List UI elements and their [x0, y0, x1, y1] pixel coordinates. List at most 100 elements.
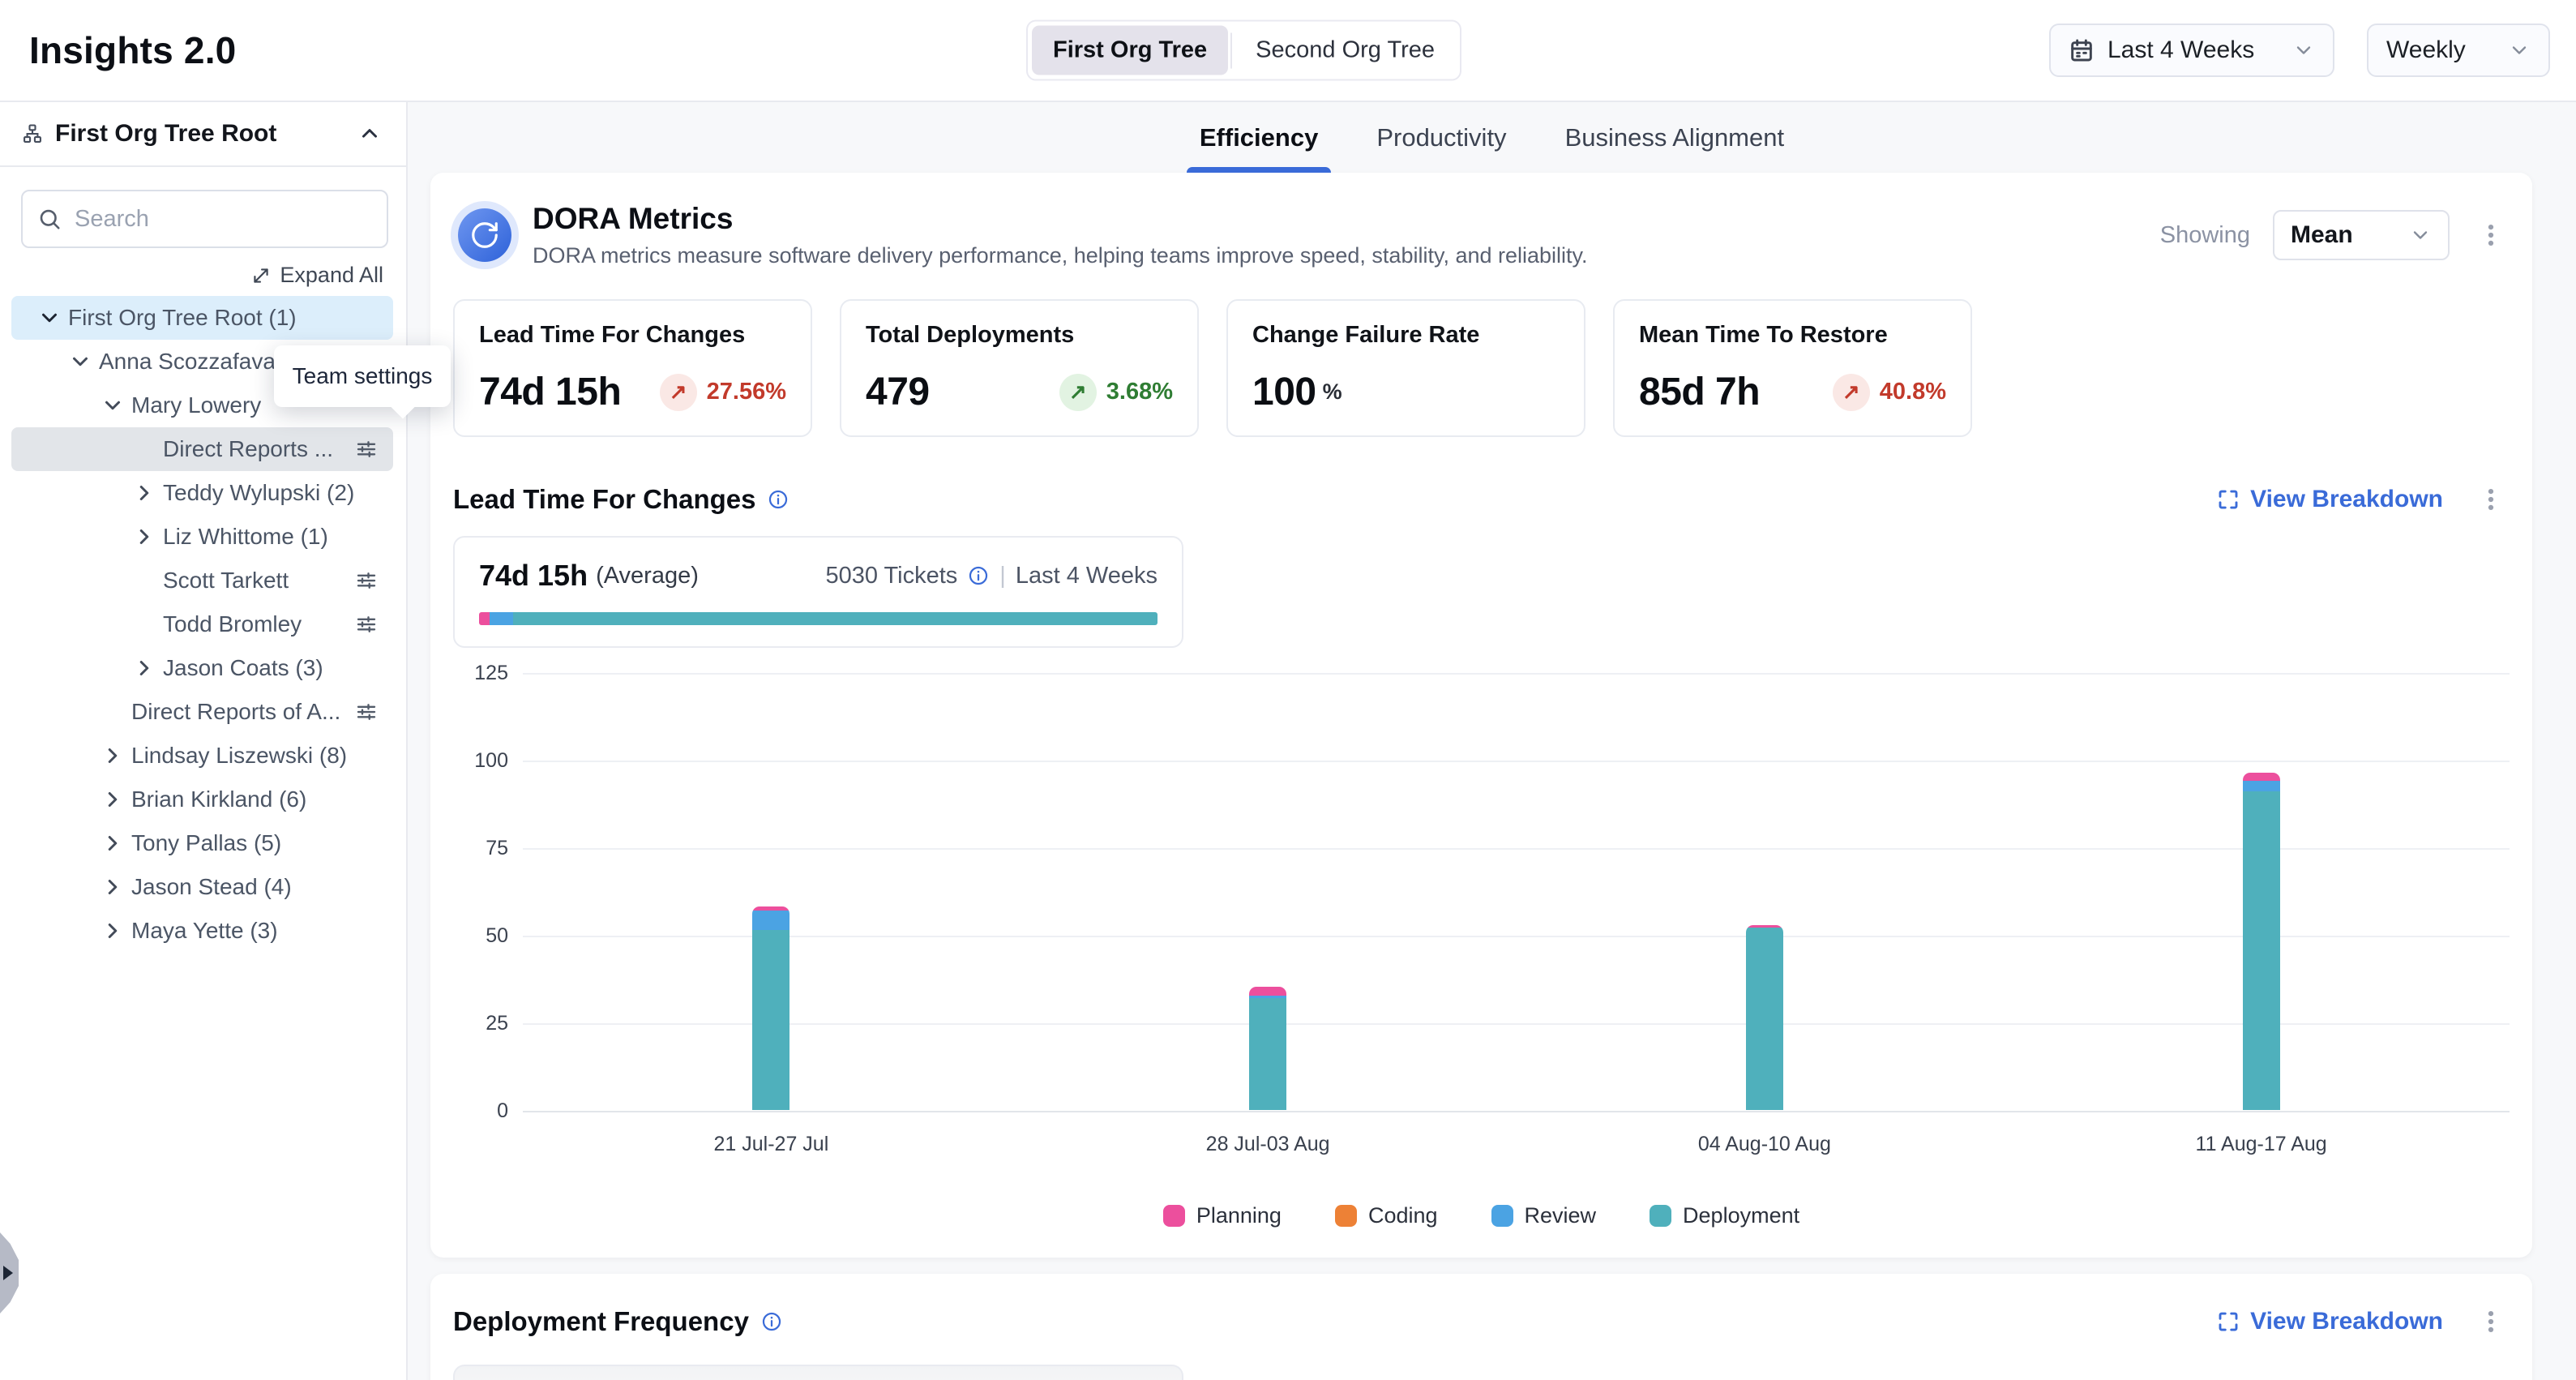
- stacked-bar[interactable]: [2243, 773, 2280, 1110]
- sidebar-title: First Org Tree Root: [55, 120, 276, 148]
- metric-card: Lead Time For Changes74d 15h↗27.56%: [453, 299, 812, 437]
- y-tick-label: 125: [474, 662, 508, 685]
- tree-item-label: Maya Yette (3): [131, 918, 278, 944]
- tree-item[interactable]: Lindsay Liszewski (8): [11, 734, 393, 778]
- tree-item[interactable]: Direct Reports of A...: [11, 690, 393, 734]
- legend-label: Planning: [1196, 1203, 1282, 1228]
- dora-subtitle: DORA metrics measure software delivery p…: [533, 243, 1588, 268]
- bar-segment-planning: [2243, 773, 2280, 781]
- calendar-icon: [2069, 37, 2095, 63]
- phase-distribution-bar: [479, 612, 1157, 625]
- legend-label: Review: [1525, 1203, 1597, 1228]
- chevron-right-icon[interactable]: [101, 875, 125, 899]
- tree-item[interactable]: Direct Reports ...: [11, 427, 393, 471]
- search-input[interactable]: [73, 205, 372, 234]
- chevron-down-icon[interactable]: [101, 393, 125, 418]
- chevron-right-icon[interactable]: [101, 787, 125, 812]
- average-qualifier: (Average): [596, 563, 699, 589]
- stacked-bar[interactable]: [1249, 987, 1286, 1110]
- legend-item-coding: Coding: [1335, 1203, 1438, 1228]
- chevron-down-icon: [2508, 39, 2531, 62]
- chevron-right-icon[interactable]: [101, 831, 125, 855]
- metric-title: Total Deployments: [866, 322, 1173, 349]
- granularity-select[interactable]: Weekly: [2367, 24, 2550, 77]
- tree-item[interactable]: Brian Kirkland (6): [11, 778, 393, 821]
- tree-item[interactable]: Maya Yette (3): [11, 909, 393, 953]
- range-label: Last 4 Weeks: [1016, 563, 1157, 589]
- tree-item[interactable]: Teddy Wylupski (2): [11, 471, 393, 515]
- tab-efficiency[interactable]: Efficiency: [1187, 102, 1331, 173]
- chevron-right-icon[interactable]: [132, 656, 156, 680]
- chevron-right-icon[interactable]: [101, 744, 125, 768]
- y-tick-label: 0: [497, 1099, 508, 1123]
- info-icon[interactable]: [767, 488, 789, 511]
- team-settings-icon[interactable]: [354, 568, 379, 593]
- metric-value: 74d 15h: [479, 370, 621, 414]
- deployment-section-header: Deployment Frequency View Breakdown: [453, 1274, 2510, 1340]
- tree-item-label: Teddy Wylupski (2): [163, 480, 354, 506]
- chevron-spacer: [132, 568, 156, 593]
- stacked-bar[interactable]: [752, 906, 789, 1110]
- segment-divider: [1230, 32, 1232, 68]
- stacked-bar[interactable]: [1746, 925, 1783, 1110]
- tree-item[interactable]: Jason Coats (3): [11, 646, 393, 690]
- chevron-spacer: [132, 612, 156, 636]
- tree-item[interactable]: Tony Pallas (5): [11, 821, 393, 865]
- deployment-section-title: Deployment Frequency: [453, 1306, 749, 1337]
- tree-item[interactable]: Todd Bromley: [11, 602, 393, 646]
- gridline: [523, 1111, 2510, 1112]
- org-tree-toggle-second[interactable]: Second Org Tree: [1235, 26, 1456, 75]
- gridline: [523, 848, 2510, 850]
- team-settings-icon[interactable]: [354, 612, 379, 636]
- legend-swatch: [1163, 1205, 1185, 1227]
- view-breakdown-button[interactable]: View Breakdown: [2211, 1307, 2448, 1336]
- date-range-select[interactable]: Last 4 Weeks: [2049, 24, 2334, 77]
- metric-card: Mean Time To Restore85d 7h↗40.8%: [1613, 299, 1972, 437]
- team-settings-tooltip: Team settings: [274, 345, 451, 407]
- tree-item[interactable]: Jason Stead (4): [11, 865, 393, 909]
- chevron-spacer: [101, 700, 125, 724]
- sidebar-expand-handle[interactable]: [0, 1232, 19, 1314]
- trend-delta: 40.8%: [1880, 379, 1946, 405]
- dora-header: DORA Metrics DORA metrics measure softwa…: [453, 173, 2510, 268]
- dora-metrics-card: DORA Metrics DORA metrics measure softwa…: [430, 173, 2532, 1258]
- legend-swatch: [1491, 1205, 1513, 1227]
- tab-business-alignment[interactable]: Business Alignment: [1552, 102, 1798, 173]
- chevron-right-icon[interactable]: [132, 525, 156, 549]
- tab-productivity[interactable]: Productivity: [1363, 102, 1519, 173]
- sidebar: First Org Tree Root Expand All First Org…: [0, 102, 408, 1380]
- summary-bar-planning: [479, 612, 490, 625]
- tree-item[interactable]: First Org Tree Root (1): [11, 296, 393, 340]
- search-icon: [37, 207, 62, 231]
- trend-up-icon: ↗: [660, 374, 697, 411]
- deployment-frequency-card: Deployment Frequency View Breakdown: [430, 1274, 2532, 1380]
- deployment-menu-button[interactable]: [2472, 1303, 2510, 1340]
- metric-card: Total Deployments479↗3.68%: [840, 299, 1199, 437]
- bar-segment-deployment: [1746, 928, 1783, 1110]
- team-settings-icon[interactable]: [354, 700, 379, 724]
- sidebar-collapse-button[interactable]: [354, 118, 385, 149]
- chevron-right-icon[interactable]: [132, 481, 156, 505]
- view-breakdown-button[interactable]: View Breakdown: [2211, 485, 2448, 514]
- metric-value: 479: [866, 370, 930, 414]
- tree-item[interactable]: Liz Whittome (1): [11, 515, 393, 559]
- sidebar-header: First Org Tree Root: [0, 102, 406, 167]
- tree-item[interactable]: Scott Tarkett: [11, 559, 393, 602]
- info-icon[interactable]: [967, 564, 990, 587]
- org-tree-toggle-first[interactable]: First Org Tree: [1032, 26, 1228, 75]
- showing-select[interactable]: Mean: [2273, 210, 2450, 260]
- expand-all-button[interactable]: Expand All: [0, 263, 383, 288]
- view-breakdown-label: View Breakdown: [2250, 486, 2443, 513]
- chevron-right-icon[interactable]: [101, 919, 125, 943]
- info-icon[interactable]: [760, 1310, 783, 1333]
- metric-value: 100: [1252, 370, 1316, 414]
- chevron-down-icon[interactable]: [68, 349, 92, 374]
- chevron-down-icon[interactable]: [37, 306, 62, 330]
- lead-time-menu-button[interactable]: [2472, 481, 2510, 518]
- dora-menu-button[interactable]: [2472, 216, 2510, 254]
- view-breakdown-label: View Breakdown: [2250, 1308, 2443, 1335]
- metric-cards-row: Lead Time For Changes74d 15h↗27.56%Total…: [453, 299, 2510, 437]
- team-settings-icon[interactable]: [354, 437, 379, 461]
- x-tick-label: 11 Aug-17 Aug: [2013, 1133, 2510, 1156]
- app-title: Insights 2.0: [29, 28, 236, 72]
